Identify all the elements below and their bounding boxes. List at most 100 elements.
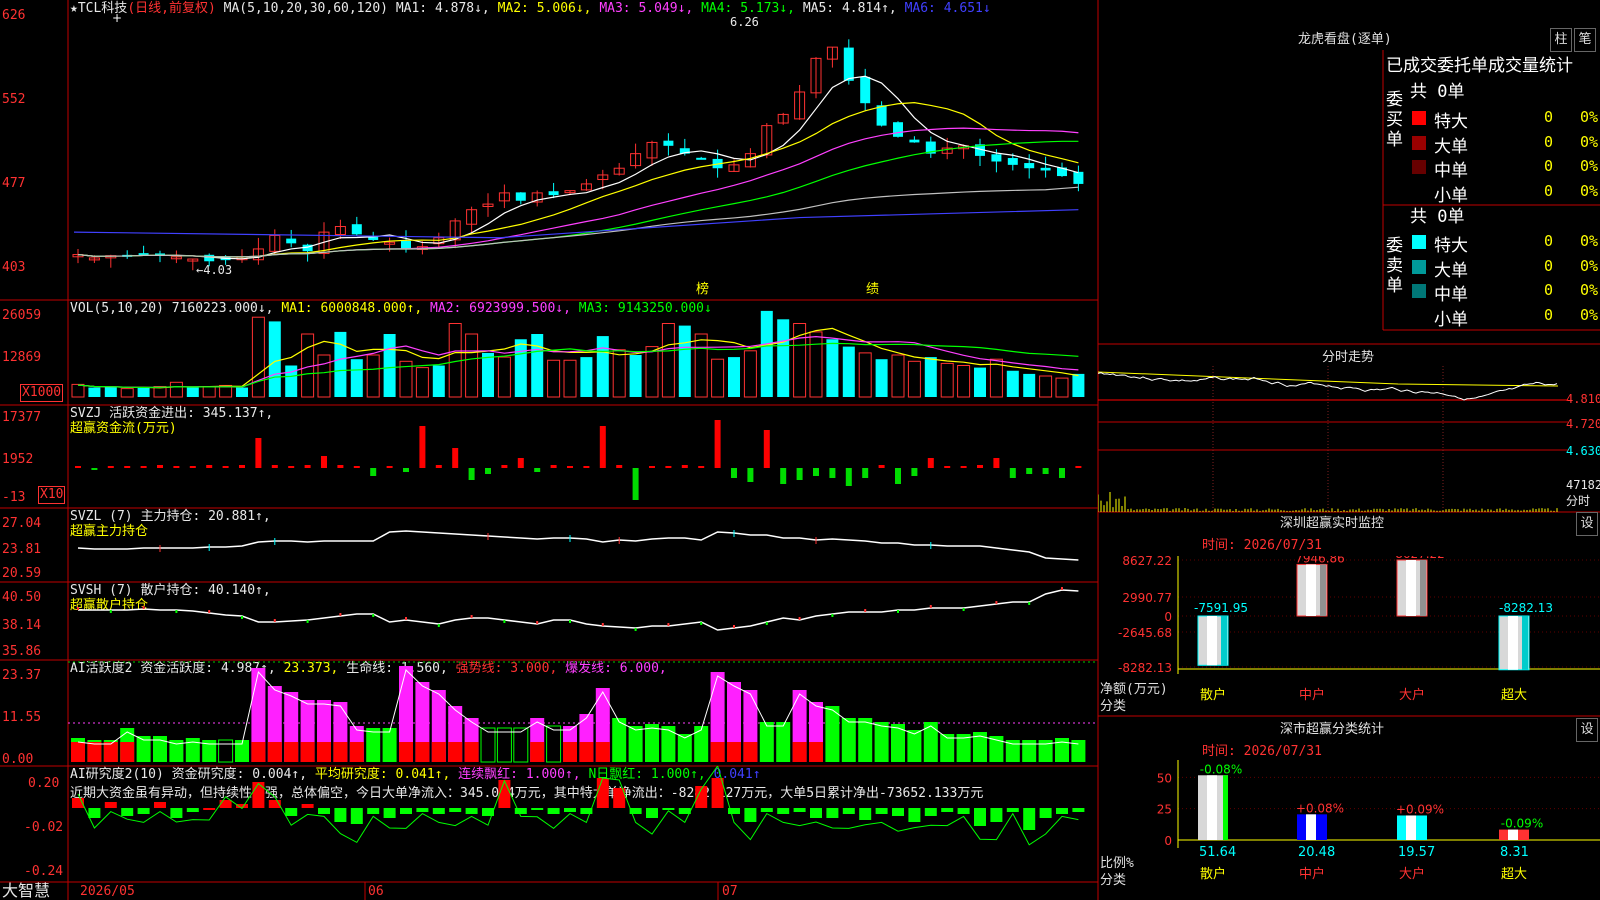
research-bar [859, 808, 872, 820]
activity-bar [858, 718, 873, 762]
flow-bar [321, 456, 327, 468]
tick-view-button[interactable]: 笔 [1574, 28, 1596, 52]
order-type: 小单 [1434, 309, 1468, 330]
ratio-chart[interactable]: 7550250-0.08%51.64散户+0.08%20.48中户+0.09%1… [1098, 760, 1600, 900]
monitor-time: 时间: 2026/07/31 [1202, 538, 1322, 553]
fund-flow-chart[interactable] [0, 405, 1098, 508]
volume-bar [482, 352, 494, 397]
y-tick: 8627.22 [1122, 556, 1172, 568]
flow-bar [960, 466, 967, 468]
research-bar [924, 808, 937, 816]
bar-value-label: -8282.13 [1499, 601, 1553, 615]
research-bar [88, 808, 101, 818]
research-bar [137, 808, 150, 814]
activity-base [530, 742, 545, 762]
activity-bar [694, 726, 709, 762]
flow-bar [1026, 468, 1033, 474]
flow-bar [517, 458, 524, 468]
activity-base [120, 742, 135, 762]
volume-bar [661, 323, 675, 398]
research-bar [104, 802, 117, 808]
bar-highlight [1406, 815, 1416, 840]
bar-shade [1522, 616, 1528, 670]
flow-bar [337, 465, 344, 468]
activity-base [710, 742, 725, 762]
bar-highlight [1207, 616, 1217, 666]
bar-highlight [1508, 616, 1518, 670]
volume-bar [924, 357, 937, 397]
research-bar [301, 804, 314, 808]
research-bar [1072, 808, 1085, 812]
divider [1383, 204, 1600, 206]
y-tick: 0 [1164, 610, 1172, 624]
volume-bar [678, 325, 691, 397]
flow-bar [567, 466, 573, 468]
volume-bar [104, 386, 117, 397]
retail-holding-chart[interactable] [0, 582, 1098, 660]
column-view-button[interactable]: 柱 [1550, 28, 1572, 52]
volume-bar [531, 334, 544, 397]
price-line [1098, 372, 1558, 401]
volume-bar [317, 354, 331, 398]
activity-bar [759, 722, 774, 762]
net-flow-chart[interactable]: 8627.22 2990.77 0 -2645.68 -8282.13 -7591.95 散… [1098, 556, 1600, 716]
intraday-chart[interactable] [1098, 366, 1568, 512]
candle-down [663, 140, 674, 146]
classstat-settings-button[interactable]: 设 [1576, 718, 1598, 742]
bar-value-label: 7946.86 [1295, 556, 1345, 565]
kline-chart[interactable]: + [0, 0, 1098, 300]
order-value: 0 [1544, 132, 1554, 151]
flow-bar [550, 465, 557, 468]
flow-bar [796, 468, 803, 480]
flow-bar [878, 465, 885, 468]
candle-down [909, 139, 920, 143]
volume-bar [777, 319, 790, 397]
flow-bar [681, 465, 688, 468]
order-row: 中单 0 0% [1408, 155, 1600, 181]
research-bar [842, 808, 855, 814]
activity-chart[interactable] [0, 660, 1098, 766]
volume-bar [71, 383, 85, 398]
order-pct: 0% [1580, 157, 1599, 175]
activity-bar [1022, 740, 1037, 762]
research-chart[interactable] [0, 766, 1098, 882]
volume-bar [432, 365, 445, 397]
bar-highlight [1306, 814, 1316, 840]
flow-bar [632, 468, 639, 500]
volume-bar [202, 386, 216, 398]
volume-bar [383, 334, 396, 397]
candle-down [286, 238, 297, 244]
research-bar [744, 808, 757, 822]
volume-bar [563, 359, 577, 398]
volume-chart[interactable] [0, 300, 1098, 405]
order-type: 大单 [1434, 136, 1468, 157]
flow-bar [435, 465, 442, 468]
flow-bar [271, 465, 278, 468]
flow-bar [731, 468, 737, 478]
monitor-settings-button[interactable]: 设 [1576, 512, 1598, 536]
flow-bar [1009, 468, 1016, 478]
net-flow-bar [1197, 615, 1229, 666]
order-pct: 0% [1580, 132, 1599, 151]
intraday-vol: 47182 [1566, 478, 1600, 492]
research-bar [334, 808, 347, 822]
volume-bar [350, 359, 363, 397]
main-holding-chart[interactable] [0, 508, 1098, 582]
volume-bar [645, 346, 659, 398]
candle-down [696, 157, 707, 160]
flow-bar [189, 466, 196, 468]
y-tick: 2990.77 [1122, 591, 1172, 605]
order-row: 小单 0 0% [1408, 304, 1600, 330]
research-bar [810, 808, 822, 818]
change-label: -0.08% [1200, 762, 1242, 776]
activity-base [809, 742, 823, 762]
y-tick: 50 [1157, 771, 1172, 785]
research-bar [1006, 808, 1019, 812]
activity-bar [825, 706, 840, 762]
y-tick: 25 [1157, 803, 1172, 817]
activity-base [595, 742, 610, 762]
research-bar [121, 808, 134, 816]
flow-bar [944, 466, 951, 468]
volume-bar [711, 358, 725, 398]
order-row: 特大 0 0% [1408, 106, 1600, 132]
